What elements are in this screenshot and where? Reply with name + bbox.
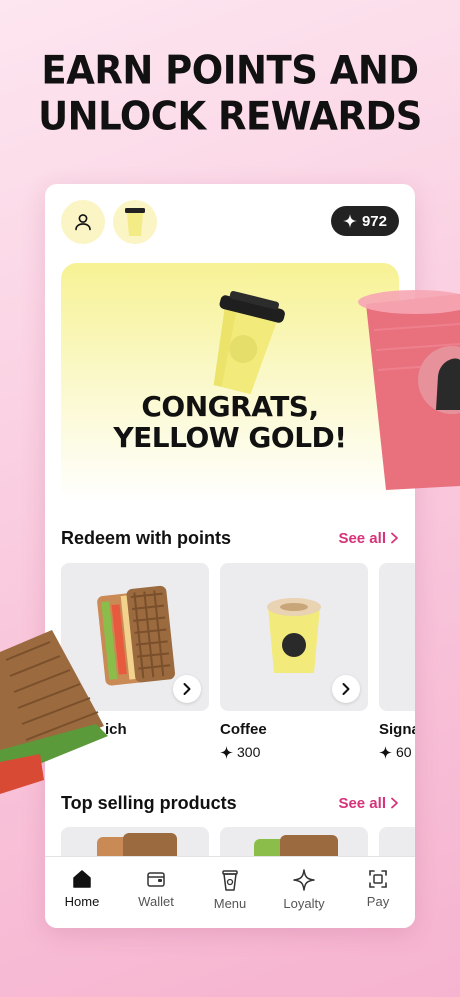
- reward-points: 60: [379, 744, 415, 760]
- top-selling-see-all-link[interactable]: See all: [338, 795, 399, 812]
- person-icon: [75, 214, 91, 231]
- profile-button[interactable]: [61, 200, 105, 244]
- see-all-label: See all: [338, 529, 386, 547]
- bottom-navigation: Home Wallet Menu Loyalty Pay: [45, 856, 415, 928]
- sparkle-icon: [293, 869, 315, 891]
- see-all-label: See all: [338, 794, 386, 812]
- home-icon: [73, 870, 91, 888]
- headline-line-1: EARN POINTS AND: [41, 47, 419, 93]
- nav-label: Home: [64, 894, 100, 909]
- reward-name: Coffee: [220, 721, 267, 738]
- reward-name: Signa: [379, 721, 415, 738]
- reward-image: [220, 563, 368, 711]
- redeem-section-title: Redeem with points: [61, 527, 232, 548]
- redeem-section-header: Redeem with points See all: [61, 526, 399, 550]
- reward-image: [379, 563, 415, 711]
- nav-label: Wallet: [138, 894, 174, 909]
- tier-banner: CONGRATS, YELLOW GOLD!: [61, 263, 399, 503]
- sparkle-icon: [379, 745, 392, 759]
- reward-arrow-button[interactable]: [173, 675, 201, 703]
- chevron-right-icon: [183, 683, 191, 695]
- tier-congrats-line-2: YELLOW GOLD!: [113, 421, 347, 454]
- chevron-right-icon: [391, 532, 398, 544]
- nav-item-loyalty[interactable]: Loyalty: [267, 857, 341, 928]
- chevron-right-icon: [391, 797, 398, 809]
- nav-item-wallet[interactable]: Wallet: [119, 857, 193, 928]
- top-selling-section-header: Top selling products See all: [61, 791, 399, 815]
- scan-icon: [369, 870, 387, 888]
- sandwich-decoration: [0, 630, 108, 794]
- nav-item-menu[interactable]: Menu: [193, 857, 267, 928]
- reward-card-signature[interactable]: Signa 60: [379, 563, 415, 760]
- sparkle-icon: [342, 214, 357, 228]
- nav-label: Loyalty: [283, 896, 325, 911]
- smoothie-cup-decoration: [358, 290, 460, 490]
- nav-item-pay[interactable]: Pay: [341, 857, 415, 928]
- reward-points: 300: [220, 744, 368, 760]
- reward-points-value: 300: [237, 744, 261, 760]
- cup-icon: [222, 870, 238, 891]
- nav-item-home[interactable]: Home: [45, 857, 119, 928]
- nav-label: Menu: [213, 896, 247, 911]
- chevron-right-icon: [342, 683, 350, 695]
- nav-label: Pay: [366, 894, 390, 909]
- redeem-see-all-link[interactable]: See all: [338, 530, 399, 547]
- top-bar: 972: [61, 200, 399, 244]
- top-selling-section-title: Top selling products: [61, 792, 237, 813]
- headline-line-2: UNLOCK REWARDS: [38, 94, 422, 140]
- coffee-cup-icon: [125, 208, 145, 236]
- sparkle-icon: [220, 745, 233, 759]
- reward-arrow-button[interactable]: [332, 675, 360, 703]
- reward-card-coffee[interactable]: Coffee 300: [220, 563, 368, 760]
- points-value: 972: [361, 212, 387, 230]
- coffee-cup-illustration: [213, 290, 285, 395]
- tier-congrats-text: CONGRATS, YELLOW GOLD!: [61, 391, 399, 453]
- headline: EARN POINTS AND UNLOCK REWARDS: [0, 48, 460, 140]
- tier-congrats-line-1: CONGRATS,: [141, 390, 319, 423]
- points-balance-badge[interactable]: 972: [330, 206, 399, 236]
- wallet-icon: [147, 872, 165, 887]
- reward-points-value: 60: [396, 744, 412, 760]
- cup-tier-button[interactable]: [113, 200, 157, 244]
